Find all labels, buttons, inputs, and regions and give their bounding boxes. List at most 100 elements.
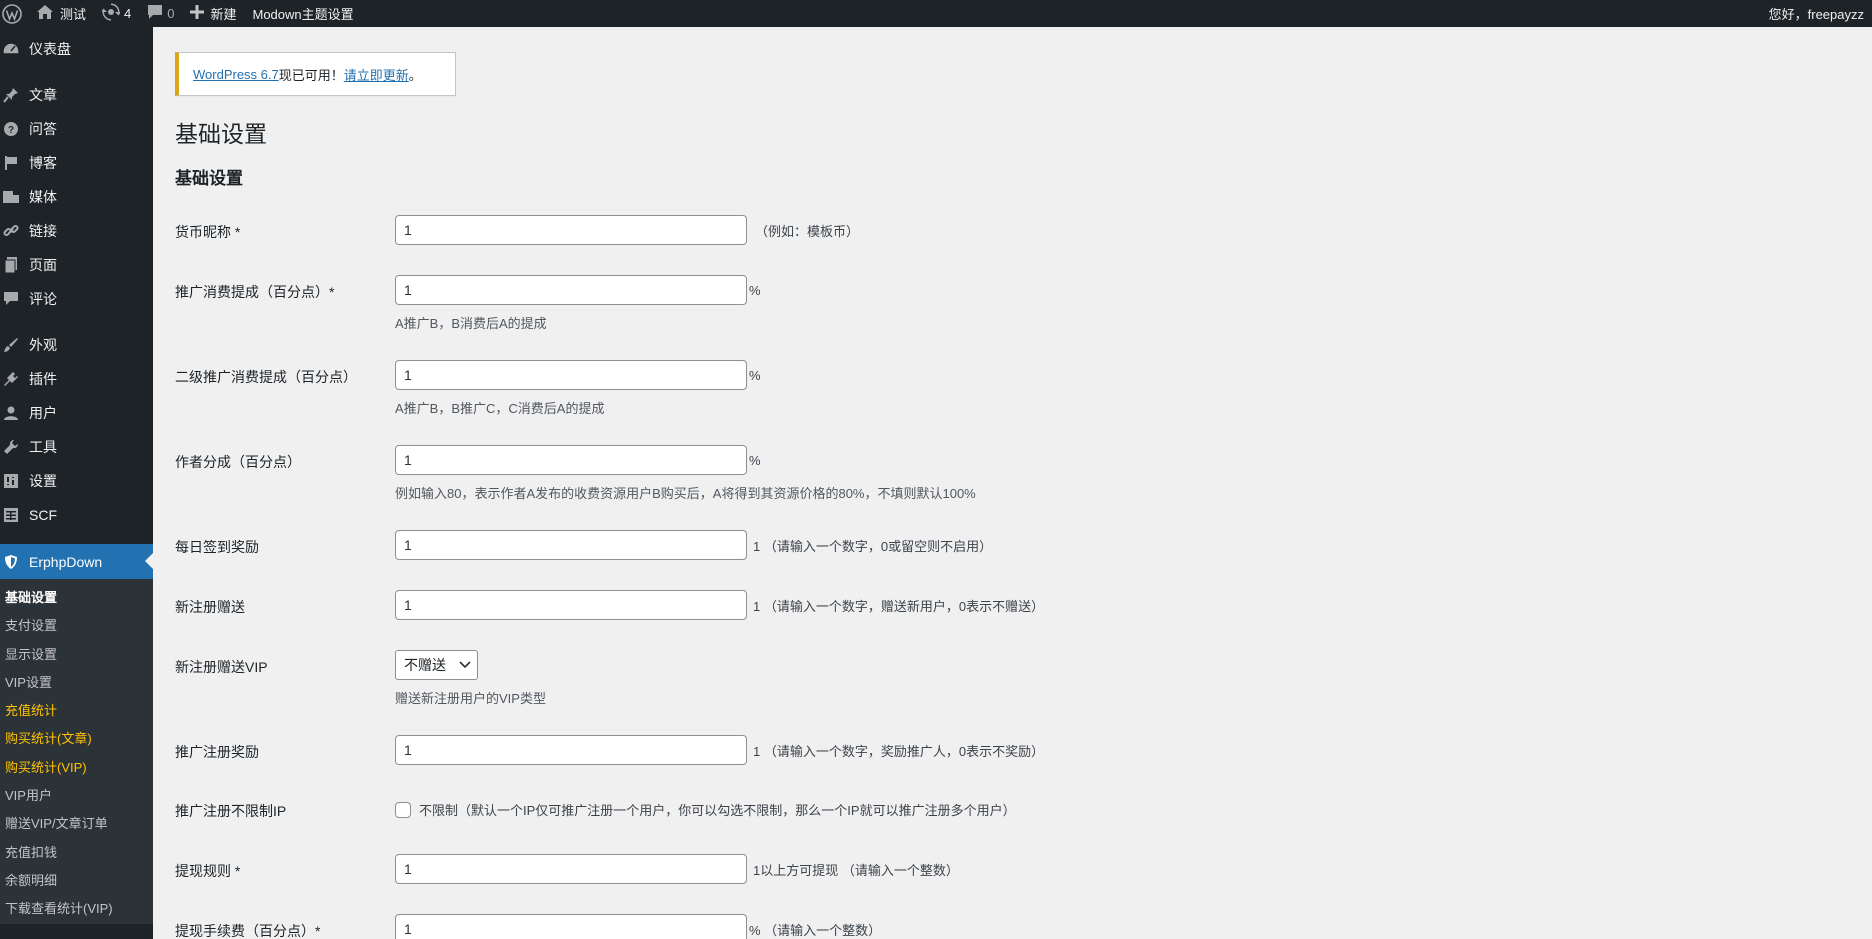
field-label: 推广注册奖励 xyxy=(175,744,259,760)
menu-pages[interactable]: 页面 xyxy=(0,248,153,282)
submenu-item-download-stats[interactable]: 下载查看统计(VIP) xyxy=(0,895,153,923)
selected-value: 不赠送 xyxy=(404,657,446,673)
wordpress-logo-icon[interactable] xyxy=(0,0,28,27)
field-hint: % （请输入一个整数） xyxy=(749,922,882,938)
account-link[interactable]: 您好，freepayzz xyxy=(1761,0,1872,27)
withdraw-fee-input[interactable] xyxy=(395,914,747,939)
updates-count: 4 xyxy=(124,6,132,21)
greeting: 您好，freepayzz xyxy=(1768,7,1864,22)
submenu-item-balance-detail[interactable]: 余额明细 xyxy=(0,867,153,895)
menu-qa[interactable]: ? 问答 xyxy=(0,112,153,146)
percent-suffix: % xyxy=(749,367,761,383)
menu-media[interactable]: 媒体 xyxy=(0,180,153,214)
menu-label: 链接 xyxy=(29,223,57,239)
menu-appearance[interactable]: 外观 xyxy=(0,328,153,362)
currency-name-input[interactable] xyxy=(395,215,747,245)
field-label: 作者分成（百分点） xyxy=(175,454,301,470)
menu-settings[interactable]: 设置 xyxy=(0,464,153,498)
menu-label: 工具 xyxy=(29,439,57,455)
menu-label: 博客 xyxy=(29,155,57,171)
submenu-item-payment[interactable]: 支付设置 xyxy=(0,612,153,640)
signup-gift-input[interactable] xyxy=(395,590,747,620)
signup-vip-select[interactable]: 不赠送 xyxy=(395,650,478,680)
menu-scf[interactable]: SCF xyxy=(0,498,153,532)
submenu-item-gift-orders[interactable]: 赠送VIP/文章订单 xyxy=(0,810,153,838)
menu-blog[interactable]: 博客 xyxy=(0,146,153,180)
user-icon xyxy=(0,403,22,423)
field-hint: （例如：模板币） xyxy=(755,223,860,239)
submenu-item-vip[interactable]: VIP设置 xyxy=(0,669,153,697)
notice-text: 现已可用！ xyxy=(278,67,344,83)
menu-label: 页面 xyxy=(29,257,57,273)
daily-checkin-input[interactable] xyxy=(395,530,747,560)
promo-signup-reward-input[interactable] xyxy=(395,735,747,765)
home-icon xyxy=(36,4,54,23)
theme-settings-link[interactable]: Modown主题设置 xyxy=(245,0,362,27)
submenu-item-basic[interactable]: 基础设置 xyxy=(0,584,153,612)
menu-label: 外观 xyxy=(29,337,57,353)
field-label: 提现规则 * xyxy=(175,863,241,879)
wordpress-version-link[interactable]: WordPress 6.7 xyxy=(193,67,279,82)
field-label: 提现手续费（百分点）* xyxy=(175,923,321,939)
comment-icon xyxy=(147,4,163,23)
submenu-item-purchase-stats-vip[interactable]: 购买统计(VIP) xyxy=(0,754,153,782)
plus-icon xyxy=(190,5,205,22)
notice-end: 。 xyxy=(408,67,422,83)
menu-dashboard[interactable]: 仪表盘 xyxy=(0,32,153,66)
menu-label: 插件 xyxy=(29,371,57,387)
author-share-input[interactable] xyxy=(395,445,747,475)
comments-count: 0 xyxy=(167,6,175,21)
field-label: 货币昵称 * xyxy=(175,224,241,240)
shield-icon xyxy=(0,552,22,572)
promo-rate-input[interactable] xyxy=(395,275,747,305)
menu-links[interactable]: 链接 xyxy=(0,214,153,248)
field-label: 推广消费提成（百分点）* xyxy=(175,284,335,300)
menu-label: 评论 xyxy=(29,291,57,307)
menu-users[interactable]: 用户 xyxy=(0,396,153,430)
plugin-icon xyxy=(0,369,22,389)
menu-comments[interactable]: 评论 xyxy=(0,282,153,316)
field-hint: 1以上方可提现 （请输入一个整数） xyxy=(753,862,959,878)
promo-ip-unlimited-checkbox[interactable] xyxy=(395,801,411,818)
admin-bar: 测试 4 0 新建 Modown主题设置 您好，freepayzz xyxy=(0,0,1872,27)
update-now-link[interactable]: 请立即更新 xyxy=(344,65,409,84)
field-hint: 1 （请输入一个数字，奖励推广人，0表示不奖励） xyxy=(753,743,1045,759)
updates-link[interactable]: 4 xyxy=(94,0,139,27)
field-label: 推广注册不限制IP xyxy=(175,803,287,819)
menu-label: 问答 xyxy=(29,121,57,137)
menu-tools[interactable]: 工具 xyxy=(0,430,153,464)
media-icon xyxy=(0,187,22,207)
theme-settings-label: Modown主题设置 xyxy=(252,7,354,22)
erphpdown-submenu: 基础设置 支付设置 显示设置 VIP设置 充值统计 购买统计(文章) 购买统计(… xyxy=(0,579,153,924)
question-icon: ? xyxy=(0,119,22,139)
submenu-item-vip-users[interactable]: VIP用户 xyxy=(0,782,153,810)
section-title: 基础设置 xyxy=(175,169,243,188)
svg-text:?: ? xyxy=(8,125,14,136)
wrench-icon xyxy=(0,437,22,457)
submenu-item-recharge-deduct[interactable]: 充值扣钱 xyxy=(0,839,153,867)
field-label: 新注册赠送VIP xyxy=(175,659,268,675)
submenu-item-recharge-stats[interactable]: 充值统计 xyxy=(0,697,153,725)
promo-rate2-input[interactable] xyxy=(395,360,747,390)
site-name-link[interactable]: 测试 xyxy=(28,0,94,27)
menu-label: SCF xyxy=(29,507,57,523)
menu-label: 设置 xyxy=(29,473,57,489)
new-content-link[interactable]: 新建 xyxy=(182,0,244,27)
field-description: A推广B，B消费后A的提成 xyxy=(395,316,547,331)
submenu-item-purchase-stats-post[interactable]: 购买统计(文章) xyxy=(0,725,153,753)
submenu-item-display[interactable]: 显示设置 xyxy=(0,641,153,669)
field-description: A推广B，B推广C，C消费后A的提成 xyxy=(395,401,605,416)
menu-erphpdown[interactable]: ErphpDown xyxy=(0,544,153,579)
menu-label: ErphpDown xyxy=(29,553,103,570)
field-hint: 1 （请输入一个数字，赠送新用户，0表示不赠送） xyxy=(753,598,1045,614)
withdraw-rule-input[interactable] xyxy=(395,854,747,884)
checkbox-label: 不限制（默认一个IP仅可推广注册一个用户，你可以勾选不限制，那么一个IP就可以推… xyxy=(419,803,1016,818)
percent-suffix: % xyxy=(749,282,761,298)
menu-plugins[interactable]: 插件 xyxy=(0,362,153,396)
comments-link[interactable]: 0 xyxy=(139,0,182,27)
flag-icon xyxy=(0,153,22,173)
pin-icon xyxy=(0,85,22,105)
menu-posts[interactable]: 文章 xyxy=(0,78,153,112)
field-label: 新注册赠送 xyxy=(175,599,245,615)
field-hint: 1 （请输入一个数字，0或留空则不启用） xyxy=(753,538,993,554)
